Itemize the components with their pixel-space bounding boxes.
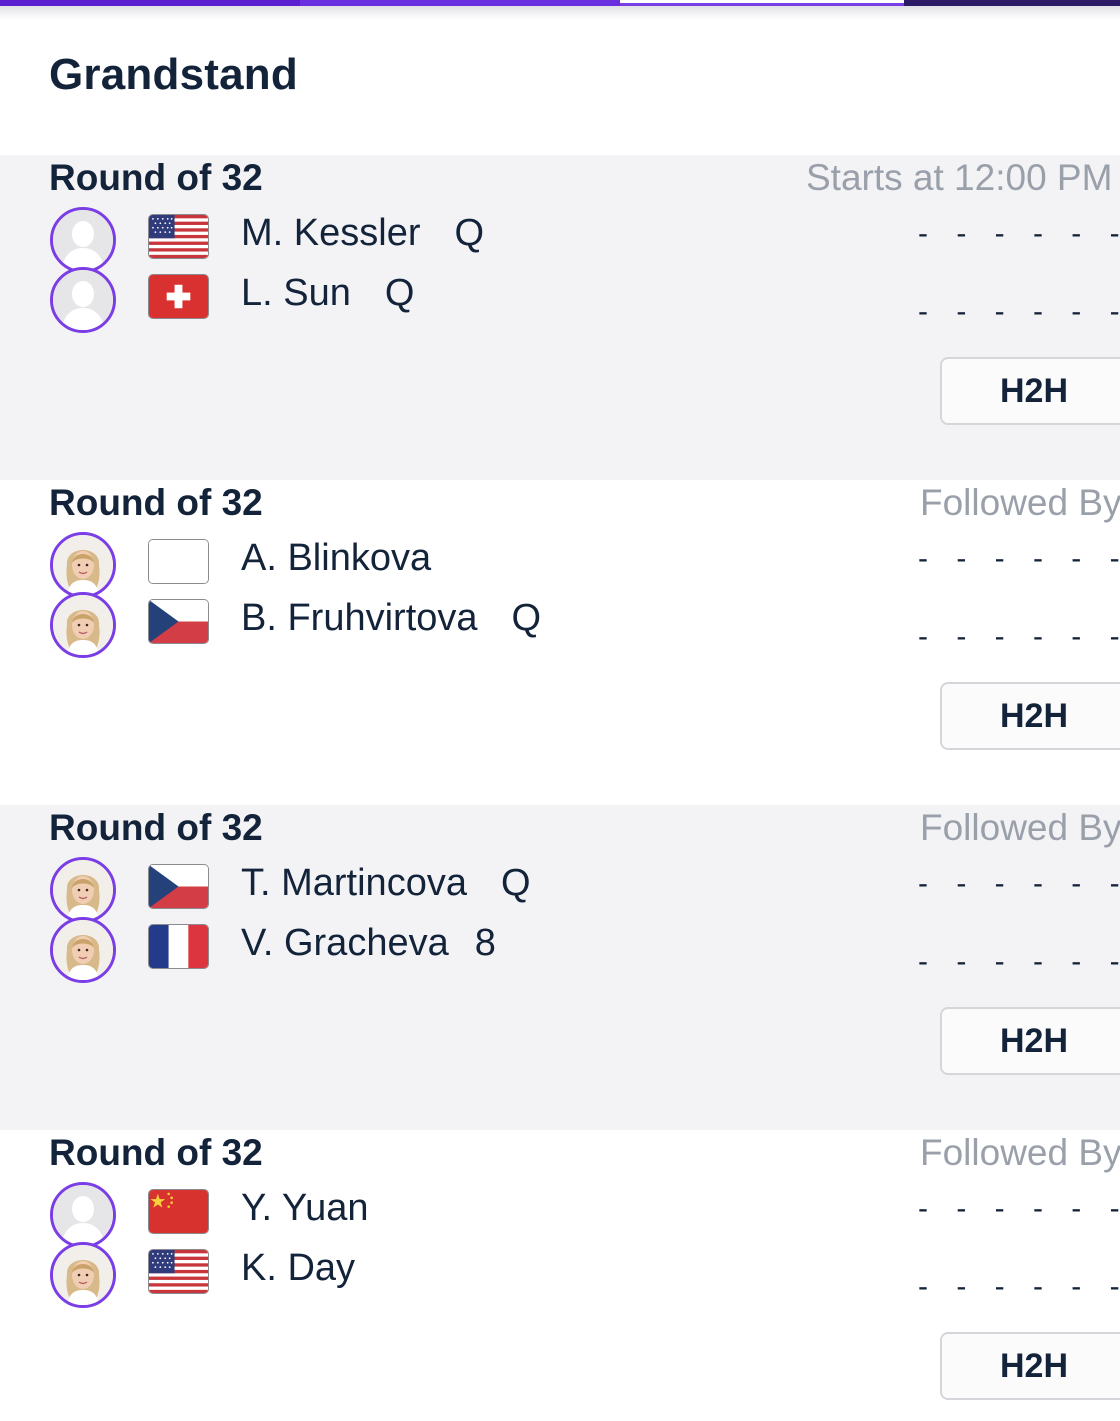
player-name: M. Kessler	[241, 212, 421, 254]
player-name: Y. Yuan	[241, 1187, 369, 1229]
player-name-line: L. Sun Q	[241, 272, 414, 315]
player-score: - - - - - -	[918, 542, 1120, 575]
player-name: L. Sun	[241, 272, 351, 314]
player-name-line: B. Fruhvirtova Q	[241, 597, 541, 640]
player-score: - - - - - -	[918, 867, 1120, 900]
match-start-time: Starts at 12:00 PM	[806, 157, 1113, 198]
player-seed: Q	[511, 597, 542, 639]
player-seed: Q	[454, 212, 485, 254]
player-avatar	[50, 857, 116, 923]
us-flag-icon	[148, 1249, 209, 1294]
swiss-flag-icon	[148, 274, 209, 319]
round-label: Round of 32	[49, 807, 263, 848]
round-label: Round of 32	[49, 1132, 263, 1173]
us-flag-icon	[148, 214, 209, 259]
player-avatar	[50, 1242, 116, 1308]
player-score: - - - - - -	[918, 217, 1120, 250]
match-card[interactable]: Round of 32 Followed By A. Blinkova - - …	[0, 480, 1120, 805]
player-avatar	[50, 917, 116, 983]
match-status: Followed By	[920, 1132, 1120, 1173]
player-name-line: T. Martincova Q	[241, 862, 531, 905]
player-name: K. Day	[241, 1247, 356, 1289]
match-card[interactable]: Round of 32 Followed By Y. Yuan - - - - …	[0, 1130, 1120, 1421]
czech-flag-icon	[148, 864, 209, 909]
player-score: - - - - - -	[918, 295, 1120, 328]
player-score: - - - - - -	[918, 945, 1120, 978]
player-score: - - - - - -	[918, 620, 1120, 653]
player-avatar	[50, 1182, 116, 1248]
czech-flag-icon	[148, 599, 209, 644]
h2h-button[interactable]: H2H	[940, 1007, 1120, 1075]
china-flag-icon	[148, 1189, 209, 1234]
player-seed: Q	[500, 862, 531, 904]
french-flag-icon	[148, 924, 209, 969]
player-avatar	[50, 267, 116, 333]
player-name-line: K. Day	[241, 1247, 389, 1290]
blank-flag-icon	[148, 539, 209, 584]
player-avatar	[50, 207, 116, 273]
player-name-line: V. Gracheva 8	[241, 922, 496, 965]
player-seed: Q	[384, 272, 415, 314]
h2h-button[interactable]: H2H	[940, 357, 1120, 425]
match-status: Followed By	[920, 807, 1120, 848]
player-name: A. Blinkova	[241, 537, 432, 579]
player-name-line: Y. Yuan	[241, 1187, 403, 1230]
player-avatar	[50, 592, 116, 658]
court-title: Grandstand	[49, 50, 298, 99]
round-label: Round of 32	[49, 482, 263, 523]
player-score: - - - - - -	[918, 1192, 1120, 1225]
player-name: V. Gracheva	[241, 922, 449, 964]
header-shadow	[0, 6, 1120, 20]
player-name: T. Martincova	[241, 862, 467, 904]
player-score: - - - - - -	[918, 1270, 1120, 1303]
match-card[interactable]: Round of 32 Followed By T. Martincova Q -…	[0, 805, 1120, 1130]
match-card[interactable]: Round of 32 Starts at 12:00 PM M. Kessle…	[0, 155, 1120, 480]
h2h-button[interactable]: H2H	[940, 682, 1120, 750]
player-name: B. Fruhvirtova	[241, 597, 478, 639]
h2h-button[interactable]: H2H	[940, 1332, 1120, 1400]
match-status: Followed By	[920, 482, 1120, 523]
player-avatar	[50, 532, 116, 598]
player-seed: 8	[474, 922, 496, 964]
player-name-line: A. Blinkova	[241, 537, 465, 580]
round-label: Round of 32	[49, 157, 263, 198]
player-name-line: M. Kessler Q	[241, 212, 484, 255]
